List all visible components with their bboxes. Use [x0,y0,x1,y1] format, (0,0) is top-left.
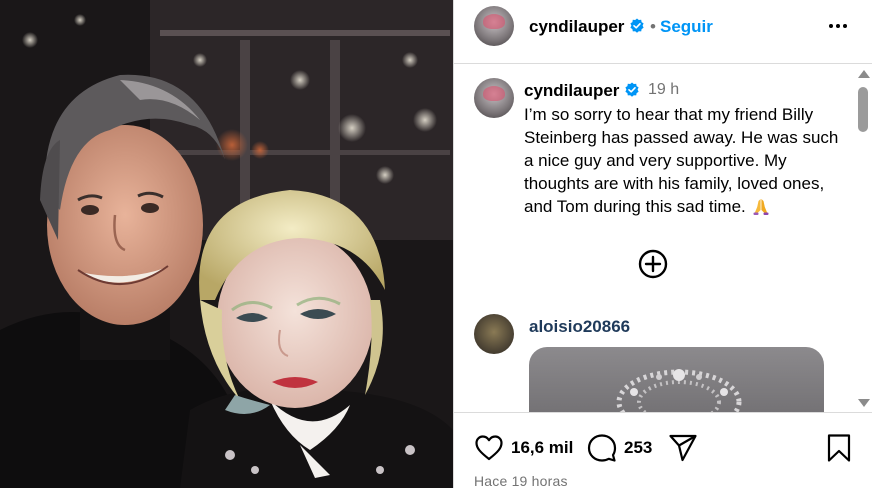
comment-image[interactable] [529,347,824,412]
author-username[interactable]: cyndilauper [529,17,624,36]
author-username-row[interactable]: cyndilauper [529,17,645,37]
praying-hands-emoji [753,199,769,215]
comment-icon[interactable] [587,433,617,463]
caption-avatar[interactable] [474,78,514,118]
caption-text-block: I’m so sorry to hear that my friend Bill… [524,103,842,218]
plus-circle-icon[interactable] [637,248,669,280]
scroll-thumb[interactable] [858,87,868,132]
like-count[interactable]: 16,6 mil [511,438,573,458]
more-options-icon[interactable] [826,14,850,38]
post-photo-illustration [0,0,453,488]
caption-username-row[interactable]: cyndilauper [524,81,640,101]
verified-badge-icon [630,18,645,33]
avatar[interactable] [474,6,514,46]
post-header: cyndilauper • Seguir [454,0,872,64]
verified-badge-icon [625,82,640,97]
header-separator: • [650,17,656,36]
comment-count[interactable]: 253 [624,438,652,458]
caption-username[interactable]: cyndilauper [524,81,619,100]
scroll-down-arrow[interactable] [858,399,870,407]
post-details-panel: cyndilauper • Seguir cyndilauper 19 h I’… [454,0,872,488]
comments-section[interactable]: cyndilauper 19 h I’m so sorry to hear th… [454,65,872,412]
caption-time[interactable]: 19 h [648,81,679,99]
post-timestamp[interactable]: Hace 19 horas [474,473,568,488]
caption-text: I’m so sorry to hear that my friend Bill… [524,105,839,216]
follow-button[interactable]: Seguir [660,17,713,37]
comment-image-illustration [616,369,742,412]
scroll-up-arrow[interactable] [858,70,870,78]
comments-scrollbar[interactable] [854,65,872,412]
post-photo [0,0,453,488]
commenter-avatar[interactable] [474,314,514,354]
post-actions: 16,6 mil 253 Hace 19 horas [454,412,872,488]
heart-icon[interactable] [474,433,504,463]
share-icon[interactable] [668,433,698,463]
commenter-username[interactable]: aloisio20866 [529,317,630,337]
bookmark-icon[interactable] [824,433,854,463]
